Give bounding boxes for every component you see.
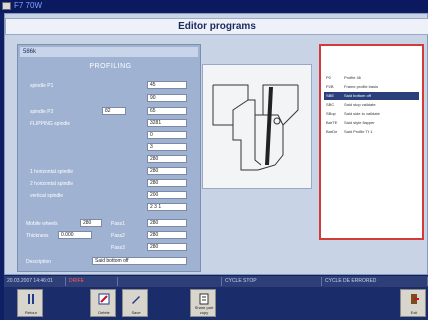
list-item-selected[interactable]: SBE Said bottom off: [324, 92, 419, 100]
profiling-title: PROFILING: [89, 63, 132, 70]
delete-label: Delete: [98, 310, 110, 315]
list-item[interactable]: BarTE Said style flapper: [324, 119, 419, 127]
flipping-field[interactable]: 3281: [147, 119, 187, 127]
pass1-field[interactable]: 280: [147, 219, 187, 227]
editor-window: Editor programs 586k PROFILING spindle P…: [4, 13, 428, 275]
save-label: Save: [131, 310, 141, 315]
pass3-field[interactable]: 280: [147, 243, 187, 251]
description-label: Description: [26, 259, 52, 265]
spindle-p1-field[interactable]: 45: [147, 81, 187, 89]
thickness-field[interactable]: 0.000: [58, 231, 92, 239]
description-field[interactable]: Said bottom off: [92, 257, 187, 265]
status-message: [118, 277, 222, 286]
status-bar: 20.03.2007 14:46:01 DRIFE CYCLE STOP CYC…: [4, 276, 428, 287]
list-item[interactable]: SBC Said stop validate: [324, 101, 419, 109]
save-button[interactable]: Save: [122, 289, 148, 317]
row-label-h2: 2 horizontal spindle: [30, 181, 74, 187]
horizontal2-field[interactable]: 280: [147, 179, 187, 187]
pass2-label: Pass2: [111, 233, 125, 239]
status-datetime: 20.03.2007 14:46:01: [4, 277, 66, 286]
program-name: 586k: [20, 47, 198, 57]
copy-icon: [199, 293, 209, 305]
row6-field[interactable]: 3: [147, 143, 187, 151]
row11-field[interactable]: 2 3 1: [147, 203, 187, 211]
row2-field[interactable]: 90: [147, 94, 187, 102]
row-label-spindle-p1: spindle P1: [30, 83, 54, 89]
pencil-icon: [132, 296, 140, 304]
status-cycle: CYCLE STOP: [222, 277, 322, 286]
pass3-label: Pass3: [111, 245, 125, 251]
list-item[interactable]: P0 Profile 46: [324, 74, 419, 82]
bottom-toolbar: Retour Delete Save Share part copy Exit: [4, 287, 428, 320]
list-item[interactable]: P2B Frame profile basis: [324, 83, 419, 91]
exit-icon: [411, 294, 419, 304]
pass2-field[interactable]: 280: [147, 231, 187, 239]
row7-field[interactable]: 280: [147, 155, 187, 163]
back-icon: [28, 294, 34, 304]
status-mode: DRIFE: [66, 277, 118, 286]
window-title: F7 70W: [14, 1, 43, 10]
profile-preview: [202, 64, 312, 189]
row-label-spindle-p2: spindle P2: [30, 109, 54, 115]
list-item[interactable]: BarDe Said Profile Tt 1: [324, 128, 419, 136]
delete-button[interactable]: Delete: [90, 289, 116, 317]
mobile-field[interactable]: 280: [80, 219, 102, 227]
profiling-panel: 586k PROFILING spindle P1 45 90 spindle …: [17, 44, 201, 272]
page-title: Editor programs: [5, 18, 428, 35]
status-error: CYCLE DE ERRORED: [322, 277, 428, 286]
vertical-field[interactable]: 200: [147, 191, 187, 199]
row-label-h1: 1 horizontal spindle: [30, 169, 74, 175]
row-label-vertical: vertical spindle: [30, 193, 64, 199]
list-item[interactable]: SBop Said side to validate: [324, 110, 419, 118]
profile-drawing: [212, 84, 299, 171]
delete-icon: [98, 293, 110, 305]
retour-button[interactable]: Retour: [17, 289, 43, 317]
retour-label: Retour: [24, 310, 37, 315]
pass1-label: Pass1: [111, 221, 125, 227]
row-label-flipping: FLIPPING spindle: [30, 121, 71, 127]
share-part-copy-button[interactable]: Share part copy: [190, 289, 216, 317]
row5-field[interactable]: 0: [147, 131, 187, 139]
program-list[interactable]: P0 Profile 46 P2B Frame profile basis SBE S…: [319, 44, 424, 240]
thickness-label: Thickness: [26, 233, 49, 239]
page-title-text: Editor programs: [178, 21, 256, 32]
spindle-p2-input[interactable]: 82: [102, 107, 126, 115]
exit-label: Exit: [410, 310, 418, 315]
mobile-label: Mobile wheels: [26, 221, 58, 227]
horizontal1-field[interactable]: 280: [147, 167, 187, 175]
spindle-p2-field[interactable]: 65: [147, 107, 187, 115]
share-part-copy-label: Share part copy: [194, 305, 214, 315]
app-icon: [2, 2, 11, 10]
window-title-bar: F7 70W: [0, 0, 428, 12]
exit-button[interactable]: Exit: [400, 289, 426, 317]
